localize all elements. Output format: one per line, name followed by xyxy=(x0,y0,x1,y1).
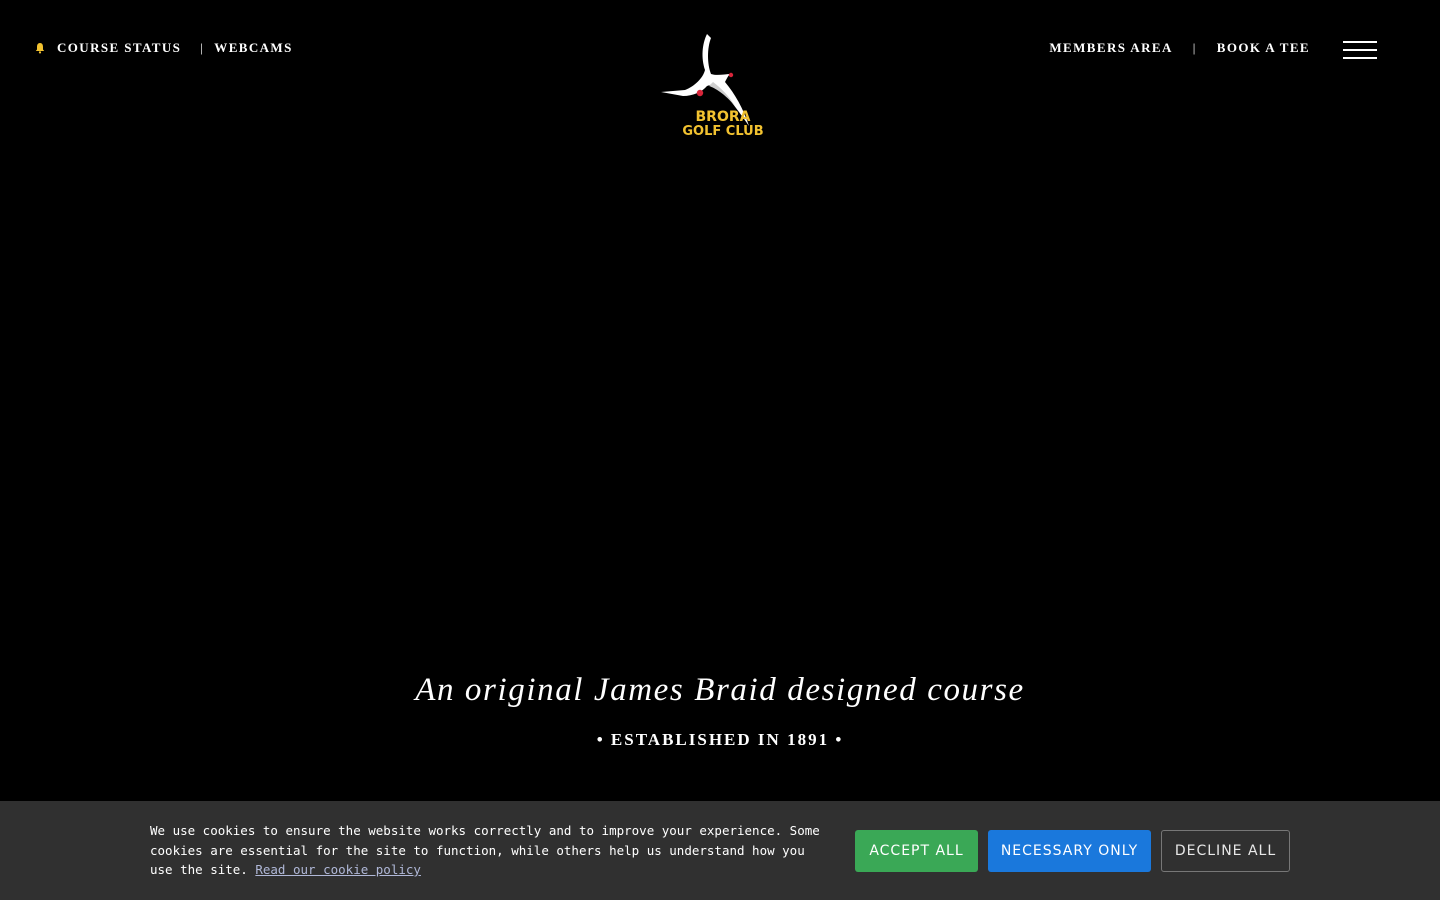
necessary-only-button[interactable]: NECESSARY ONLY xyxy=(988,830,1151,872)
cookie-text: We use cookies to ensure the website wor… xyxy=(150,823,820,877)
logo-line-2: GOLF CLUB xyxy=(682,124,763,139)
cookie-banner: We use cookies to ensure the website wor… xyxy=(0,801,1440,900)
top-nav-right: MEMBERS AREA | BOOK A TEE xyxy=(1049,40,1310,56)
accept-all-button[interactable]: ACCEPT ALL xyxy=(855,830,978,872)
hero-subtitle: • ESTABLISHED IN 1891 • xyxy=(596,730,844,749)
brora-golf-club-logo[interactable]: BRORA GOLF CLUB xyxy=(655,30,785,142)
nav-separator: | xyxy=(1192,40,1197,55)
hero-title: An original James Braid designed course xyxy=(415,672,1025,708)
menu-icon[interactable] xyxy=(1343,41,1377,59)
top-nav-left: COURSE STATUS | WEBCAMS xyxy=(34,40,293,56)
bell-icon xyxy=(35,43,45,54)
webcams-link[interactable]: WEBCAMS xyxy=(214,40,292,56)
decline-all-button[interactable]: DECLINE ALL xyxy=(1161,830,1290,872)
cookie-policy-link[interactable]: Read our cookie policy xyxy=(255,862,421,877)
cookie-message: We use cookies to ensure the website wor… xyxy=(150,821,822,880)
logo-line-1: BRORA xyxy=(696,109,751,125)
members-area-link[interactable]: MEMBERS AREA xyxy=(1049,40,1172,56)
nav-separator: | xyxy=(200,40,205,55)
book-a-tee-link[interactable]: BOOK A TEE xyxy=(1217,40,1310,56)
course-status-link[interactable]: COURSE STATUS xyxy=(57,40,181,56)
